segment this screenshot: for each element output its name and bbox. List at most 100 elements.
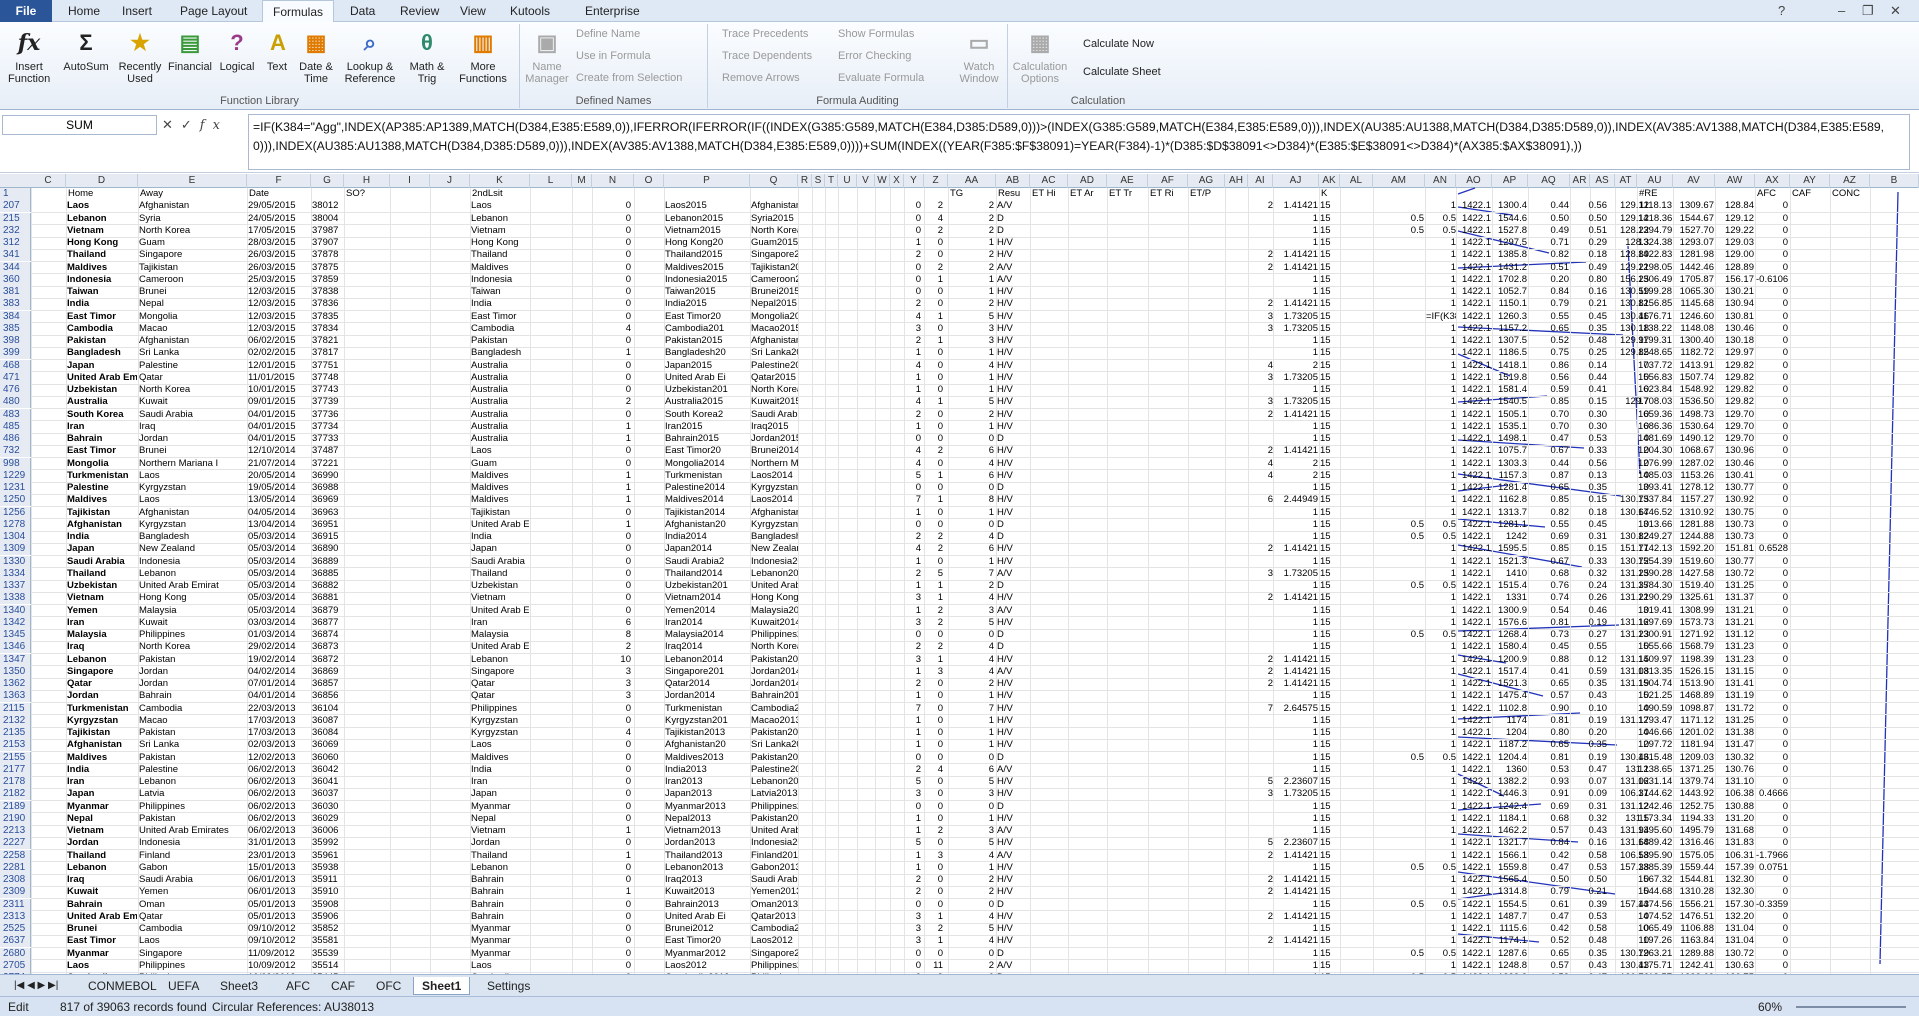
data-cell[interactable]: 0 xyxy=(925,629,943,641)
data-cell[interactable]: 2 xyxy=(1257,262,1273,274)
data-cell[interactable]: 0.47 xyxy=(1529,433,1570,445)
data-cell[interactable]: 131.20 xyxy=(1716,813,1754,825)
column-header-j[interactable]: J xyxy=(430,174,470,188)
data-cell[interactable]: 0 xyxy=(1756,654,1788,666)
row-header[interactable]: 486 xyxy=(0,433,31,445)
define-name-button[interactable]: Define Name xyxy=(576,28,640,40)
data-cell[interactable] xyxy=(1374,739,1424,751)
data-cell[interactable]: 1150.1 xyxy=(1493,298,1527,310)
data-cell[interactable]: Kyrgyzstan xyxy=(139,482,244,494)
data-cell[interactable]: 1446.66 xyxy=(1638,727,1672,739)
data-cell[interactable]: 0.35 xyxy=(1571,482,1608,494)
data-cell[interactable]: 1 xyxy=(905,507,921,519)
data-cell[interactable]: 0.53 xyxy=(1529,764,1570,776)
data-cell[interactable]: 1394.79 xyxy=(1638,225,1672,237)
data-cell[interactable]: Brunei2012 xyxy=(665,923,749,935)
data-cell[interactable]: 1175.71 xyxy=(1638,960,1672,972)
data-cell[interactable]: 1246.60 xyxy=(1674,311,1714,323)
data-cell[interactable]: 130.77 xyxy=(1716,556,1754,568)
data-cell[interactable]: 1068.67 xyxy=(1674,445,1714,457)
data-cell[interactable]: Macao xyxy=(139,715,244,727)
data-cell[interactable]: South Korea xyxy=(67,409,137,421)
data-cell[interactable]: 3 xyxy=(593,690,631,702)
data-cell[interactable]: 1278.12 xyxy=(1674,482,1714,494)
data-cell[interactable]: Lebanon xyxy=(471,862,529,874)
data-cell[interactable] xyxy=(1257,421,1273,433)
data-cell[interactable]: 1307.5 xyxy=(1493,335,1527,347)
data-cell[interactable]: 4 xyxy=(905,360,921,372)
data-cell[interactable]: Mongolia xyxy=(67,458,137,470)
data-cell[interactable]: 1659.36 xyxy=(1638,409,1672,421)
data-cell[interactable]: 2 xyxy=(1257,543,1273,555)
data-cell[interactable]: 1 xyxy=(1426,911,1456,923)
data-cell[interactable]: 15 xyxy=(1320,458,1338,470)
data-cell[interactable]: 04/01/2015 xyxy=(248,421,308,433)
data-cell[interactable]: 0 xyxy=(905,225,921,237)
data-cell[interactable]: 24/05/2015 xyxy=(248,213,308,225)
data-cell[interactable]: 15 xyxy=(1320,372,1338,384)
data-cell[interactable]: 1418.1 xyxy=(1493,360,1527,372)
data-cell[interactable]: 15 xyxy=(1320,629,1338,641)
data-cell[interactable]: 0 xyxy=(905,960,921,972)
data-cell[interactable]: 37734 xyxy=(312,421,344,433)
data-cell[interactable]: Kuwait xyxy=(139,617,244,629)
data-cell[interactable]: Nepal xyxy=(471,813,529,825)
data-cell[interactable]: 0.80 xyxy=(1571,274,1608,286)
row-header[interactable]: 485 xyxy=(0,420,31,433)
data-cell[interactable]: 0.5 xyxy=(1426,629,1456,641)
row-header[interactable]: 1309 xyxy=(0,543,31,556)
data-cell[interactable]: 1300.91 xyxy=(1638,629,1672,641)
data-cell[interactable]: 0 xyxy=(1756,335,1788,347)
data-cell[interactable]: 1422.1 xyxy=(1457,384,1491,396)
data-cell[interactable]: 2 xyxy=(949,580,994,592)
data-cell[interactable]: 1422.1 xyxy=(1457,347,1491,359)
data-cell[interactable]: Macao xyxy=(139,323,244,335)
data-cell[interactable]: 0 xyxy=(593,200,631,212)
data-cell[interactable]: Saudi Arabia xyxy=(67,556,137,568)
data-cell[interactable]: 0 xyxy=(925,482,943,494)
data-cell[interactable]: Iran xyxy=(67,776,137,788)
data-cell[interactable]: 0.57 xyxy=(1529,825,1570,837)
data-cell[interactable]: 0 xyxy=(1756,298,1788,310)
data-cell[interactable]: 0 xyxy=(905,752,921,764)
data-cell[interactable]: Indonesia xyxy=(471,274,529,286)
data-cell[interactable]: 1 xyxy=(1274,519,1318,531)
data-cell[interactable]: 2 xyxy=(925,641,943,653)
data-cell[interactable]: 1 xyxy=(1426,396,1456,408)
data-cell[interactable]: 0 xyxy=(1756,960,1788,972)
data-cell[interactable]: 1 xyxy=(1274,690,1318,702)
data-cell[interactable]: 36087 xyxy=(312,715,344,727)
data-cell[interactable]: A/V xyxy=(997,825,1027,837)
data-cell[interactable]: 1507.74 xyxy=(1674,372,1714,384)
data-cell[interactable]: Mongolia2014 xyxy=(665,458,749,470)
data-cell[interactable]: 1 xyxy=(1274,948,1318,960)
row-header[interactable]: 2309 xyxy=(0,886,31,899)
data-cell[interactable]: 1544.67 xyxy=(1674,213,1714,225)
data-cell[interactable]: 1 xyxy=(1274,421,1318,433)
data-cell[interactable]: Lebanon xyxy=(67,213,137,225)
data-cell[interactable]: 0 xyxy=(925,862,943,874)
data-cell[interactable]: Bahrain2015 xyxy=(665,433,749,445)
data-cell[interactable]: 130.81 xyxy=(1716,311,1754,323)
data-cell[interactable]: 0.85 xyxy=(1529,543,1570,555)
data-cell[interactable]: 0.29 xyxy=(1571,237,1608,249)
data-cell[interactable]: 0.24 xyxy=(1571,580,1608,592)
data-cell[interactable]: Kuwait2014 xyxy=(751,617,798,629)
data-cell[interactable]: Singapore xyxy=(139,249,244,261)
data-cell[interactable]: 36069 xyxy=(312,739,344,751)
data-cell[interactable]: 3 xyxy=(949,605,994,617)
tab-insert[interactable]: Insert xyxy=(112,0,162,22)
data-cell[interactable]: 1 xyxy=(1426,788,1456,800)
data-cell[interactable]: 05/03/2014 xyxy=(248,605,308,617)
data-cell[interactable]: Afghanistan20 xyxy=(665,739,749,751)
data-cell[interactable]: 0.81 xyxy=(1529,752,1570,764)
data-cell[interactable]: 0 xyxy=(593,335,631,347)
filter-header-so[interactable]: SO? xyxy=(346,188,386,200)
data-cell[interactable]: 0 xyxy=(593,960,631,972)
data-cell[interactable]: Turkmenistan xyxy=(67,470,137,482)
row-header[interactable]: 1256 xyxy=(0,506,31,519)
data-cell[interactable]: 2 xyxy=(1257,445,1273,457)
data-cell[interactable]: 0.5 xyxy=(1374,531,1424,543)
data-cell[interactable]: 1 xyxy=(949,286,994,298)
data-cell[interactable]: 1 xyxy=(1426,923,1456,935)
